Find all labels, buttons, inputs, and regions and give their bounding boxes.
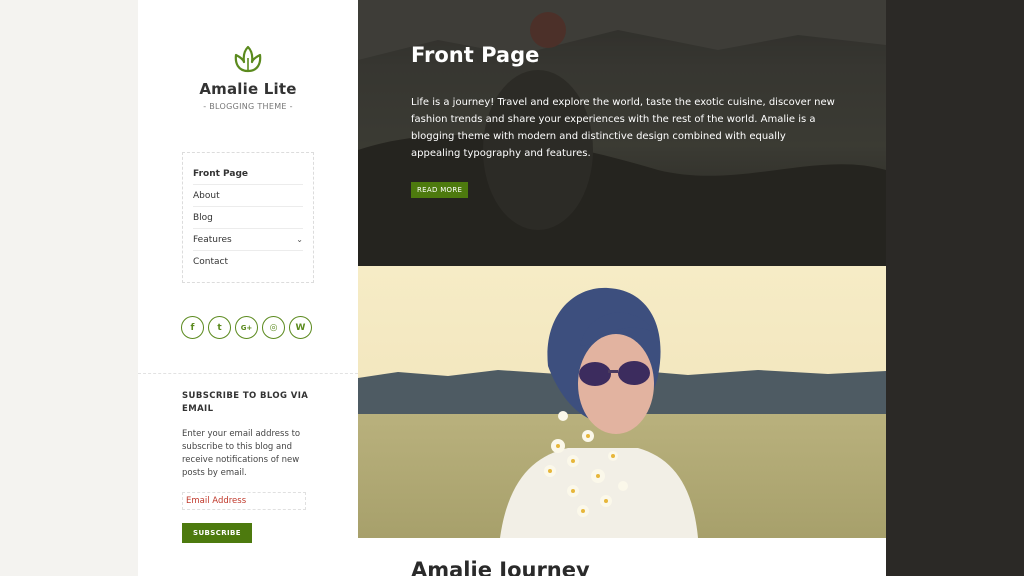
twitter-icon[interactable]: t — [208, 316, 231, 339]
post-featured-image[interactable] — [358, 266, 886, 538]
hero-text: Life is a journey! Travel and explore th… — [411, 97, 835, 159]
menu-item-label: Features — [193, 234, 232, 245]
menu-item-label: Blog — [193, 212, 213, 223]
menu-item-label: About — [193, 190, 220, 201]
social-links: f t G+ ◎ W — [181, 316, 312, 339]
wordpress-icon[interactable]: W — [289, 316, 312, 339]
menu-item-front-page[interactable]: Front Page — [193, 163, 303, 185]
menu-item-contact[interactable]: Contact — [193, 251, 303, 273]
page-background-left — [0, 0, 138, 576]
hero-section: Front Page Life is a journey! Travel and… — [358, 0, 886, 266]
page-background-right — [886, 0, 1024, 576]
chevron-down-icon[interactable]: ⌄ — [296, 235, 303, 244]
site-branding[interactable]: Amalie Lite - BLOGGING THEME - — [138, 44, 358, 111]
main-content: Front Page Life is a journey! Travel and… — [358, 0, 886, 576]
subscribe-button[interactable]: SUBSCRIBE — [182, 523, 252, 543]
site-title[interactable]: Amalie Lite — [138, 80, 358, 98]
menu-item-blog[interactable]: Blog — [193, 207, 303, 229]
google-plus-icon[interactable]: G+ — [235, 316, 258, 339]
post-title[interactable]: Amalie Journey — [411, 558, 590, 576]
subscribe-widget: SUBSCRIBE TO BLOG VIA EMAIL Enter your e… — [182, 390, 322, 543]
email-field[interactable] — [182, 492, 306, 510]
site-description: - BLOGGING THEME - — [203, 102, 293, 111]
featured-photo — [358, 266, 886, 538]
sidebar: Amalie Lite - BLOGGING THEME - Front Pag… — [138, 0, 358, 576]
menu-item-label: Front Page — [193, 168, 249, 179]
read-more-button[interactable]: READ MORE — [411, 182, 469, 198]
menu-item-about[interactable]: About — [193, 185, 303, 207]
main-menu: Front Page About Blog Features ⌄ Contact — [182, 152, 314, 283]
menu-item-features[interactable]: Features ⌄ — [193, 229, 303, 251]
widget-divider — [138, 373, 358, 374]
widget-title: SUBSCRIBE TO BLOG VIA EMAIL — [182, 391, 309, 414]
hero-title[interactable]: Front Page — [411, 43, 539, 67]
widget-description: Enter your email address to subscribe to… — [182, 429, 301, 478]
leaf-logo-icon — [234, 45, 262, 73]
menu-item-label: Contact — [193, 257, 229, 267]
dribbble-icon[interactable]: ◎ — [262, 316, 285, 339]
facebook-icon[interactable]: f — [181, 316, 204, 339]
